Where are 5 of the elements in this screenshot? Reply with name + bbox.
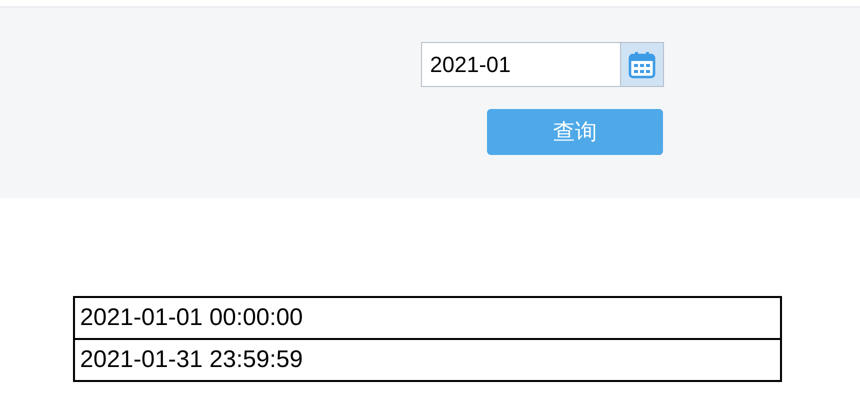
table-cell: 2021-01-01 00:00:00 <box>74 297 781 339</box>
month-field[interactable]: 2021-01 <box>421 42 620 87</box>
calendar-button[interactable] <box>620 42 664 87</box>
table-cell: 2021-01-31 23:59:59 <box>74 339 781 381</box>
calendar-icon <box>628 50 656 78</box>
